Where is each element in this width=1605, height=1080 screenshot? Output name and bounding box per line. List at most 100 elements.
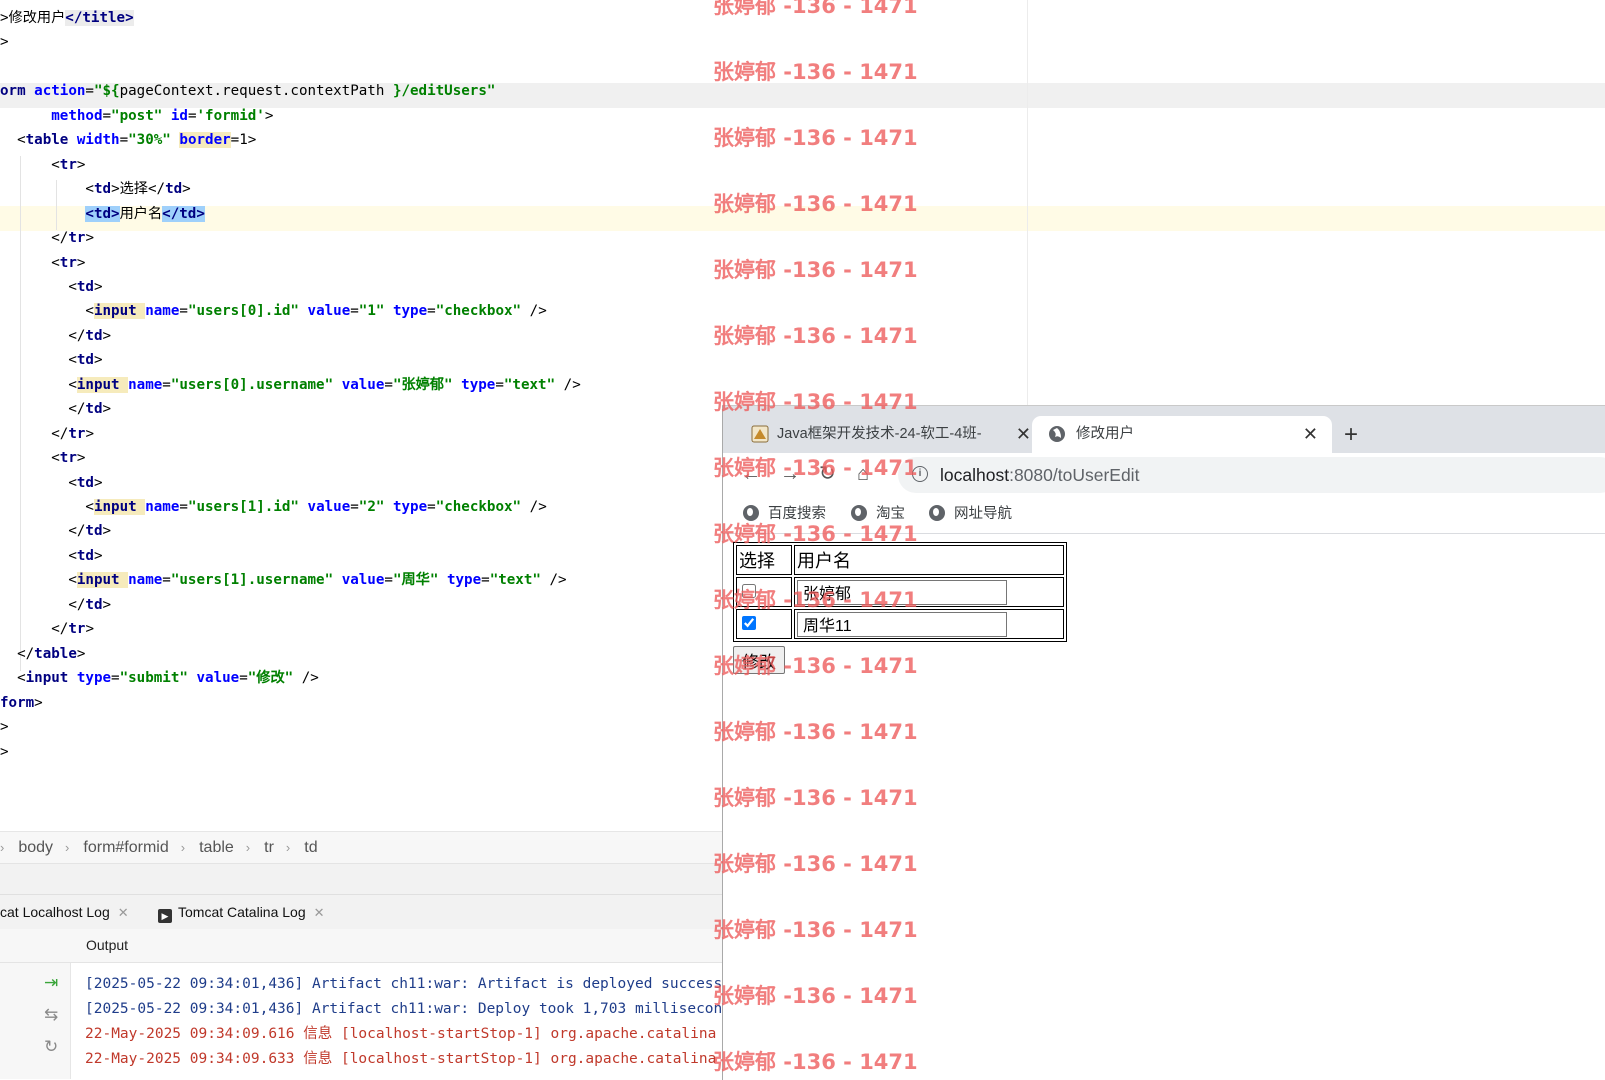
output-console[interactable]: [2025-05-22 09:34:01,436] Artifact ch11:… — [71, 963, 722, 1079]
close-icon[interactable]: ✕ — [1303, 416, 1318, 453]
code-token: = — [495, 376, 504, 393]
code-token: tr — [59, 450, 77, 467]
code-line: <input name="users[0].username" value="张… — [0, 373, 581, 398]
tab-catalina-log[interactable]: ▶ Tomcat Catalina Log ✕ — [158, 895, 325, 929]
code-token: width — [76, 132, 120, 149]
code-token: tr — [68, 230, 86, 247]
breadcrumb-separator-icon: › — [245, 840, 251, 855]
code-token: = — [384, 376, 393, 393]
code-token: = — [350, 303, 359, 320]
tab-strip: Java框架开发技术-24-软工-4班- ✕ 修改用户 ✕ + — [723, 406, 1605, 453]
code-token: "1" — [358, 303, 385, 320]
table-row — [736, 609, 1064, 639]
code-token: < — [0, 132, 26, 149]
code-token: =1> — [230, 132, 257, 149]
browser-tab-edit-user[interactable]: 修改用户 ✕ — [1032, 416, 1332, 453]
code-token: > — [85, 230, 94, 247]
username-cell — [794, 577, 1064, 607]
close-icon[interactable]: ✕ — [118, 905, 129, 920]
username-input[interactable] — [797, 611, 1007, 637]
code-token: > — [0, 34, 9, 51]
breadcrumb-item[interactable]: table — [199, 839, 234, 856]
browser-window: Java框架开发技术-24-软工-4班- ✕ 修改用户 ✕ + ← → ↻ ⌂ … — [722, 405, 1605, 1080]
site-info-icon[interactable]: i — [912, 466, 928, 482]
code-line: <input type="submit" value="修改" /> — [0, 666, 319, 691]
code-token: type — [76, 670, 112, 687]
refresh-icon[interactable]: ↻ — [44, 1037, 58, 1057]
code-token: input — [25, 670, 77, 687]
output-header: Output — [0, 929, 722, 963]
code-line: </td> — [0, 519, 111, 544]
code-token: </ — [0, 425, 69, 442]
code-line: >修改用户</title> — [0, 6, 134, 31]
user-select-checkbox[interactable] — [742, 583, 756, 598]
code-token: /> — [521, 303, 547, 320]
close-icon[interactable]: ✕ — [1016, 416, 1031, 453]
code-token: = — [179, 303, 188, 320]
table-row — [736, 577, 1064, 607]
tab-localhost-log[interactable]: cat Localhost Log ✕ — [0, 895, 129, 929]
code-token: = — [350, 499, 359, 515]
code-token: "users[1].id" — [187, 499, 299, 515]
breadcrumb-item[interactable]: tr — [264, 839, 274, 856]
code-token: > — [102, 401, 112, 418]
code-token: "checkbox" — [435, 303, 522, 320]
code-token: input — [93, 303, 146, 320]
log-line: [2025-05-22 09:34:01,436] Artifact ch11:… — [85, 976, 722, 992]
bookmark-baidu[interactable]: 百度搜索 — [743, 497, 826, 531]
close-icon[interactable]: ✕ — [314, 905, 325, 920]
code-token: "${ — [93, 83, 120, 100]
breadcrumb-separator-icon: › — [285, 840, 291, 855]
code-token: > — [93, 474, 103, 491]
log-line: 22-May-2025 09:34:09.633 信息 [localhost-s… — [85, 1051, 717, 1067]
code-line: </tr> — [0, 617, 94, 642]
username-input[interactable] — [797, 579, 1007, 605]
breadcrumb-separator-icon: › — [180, 840, 186, 855]
code-line: <tr> — [0, 446, 85, 471]
browser-tab-course[interactable]: Java框架开发技术-24-软工-4班- ✕ — [745, 416, 1035, 453]
code-token: "张婷郁" — [392, 376, 453, 393]
home-icon[interactable]: ⌂ — [857, 459, 869, 489]
code-token: pageContext.request.contextPath — [119, 83, 393, 100]
address-bar[interactable]: i localhost:8080/toUserEdit — [898, 457, 1605, 493]
code-line: </td> — [0, 593, 111, 618]
bookmark-taobao[interactable]: 淘宝 — [851, 497, 905, 531]
new-tab-button[interactable]: + — [1344, 416, 1358, 453]
code-token: >修改用户 — [0, 10, 66, 26]
code-line: </tr> — [0, 422, 94, 447]
back-icon[interactable]: ← — [741, 459, 761, 489]
breadcrumb-item[interactable]: td — [304, 839, 317, 856]
code-token: > — [85, 425, 94, 442]
code-line: orm action="${pageContext.request.contex… — [0, 79, 495, 104]
code-token: id — [170, 107, 188, 124]
reload-icon[interactable]: ↻ — [819, 459, 836, 489]
code-token: < — [0, 278, 77, 295]
update-icon[interactable]: ⇆ — [44, 1005, 58, 1025]
code-token: 用户名 — [119, 205, 163, 222]
code-token: name — [145, 303, 180, 320]
breadcrumb-separator-icon: › — [0, 840, 5, 855]
redeploy-icon[interactable]: ⇥ — [44, 973, 58, 993]
code-token: = — [162, 376, 171, 393]
bookmark-nav[interactable]: 网址导航 — [929, 497, 1012, 531]
url-path: :8080/toUserEdit — [1009, 465, 1140, 485]
code-token: = — [427, 303, 436, 320]
code-token: name — [128, 376, 163, 393]
code-token: < — [0, 376, 77, 393]
user-select-checkbox[interactable] — [742, 615, 756, 630]
submit-button[interactable]: 修改 — [733, 646, 785, 674]
code-token: "post" — [111, 107, 163, 124]
breadcrumb-item[interactable]: body — [18, 839, 53, 856]
code-line: > — [0, 30, 9, 55]
code-token: value — [196, 670, 240, 687]
code-token: title — [82, 10, 126, 26]
breadcrumb-item[interactable]: form#formid — [83, 839, 168, 856]
code-token: td — [85, 401, 103, 418]
forward-icon[interactable]: → — [780, 459, 800, 489]
select-cell — [736, 609, 792, 639]
code-line: </td> — [0, 324, 111, 349]
code-line: </tr> — [0, 226, 94, 251]
